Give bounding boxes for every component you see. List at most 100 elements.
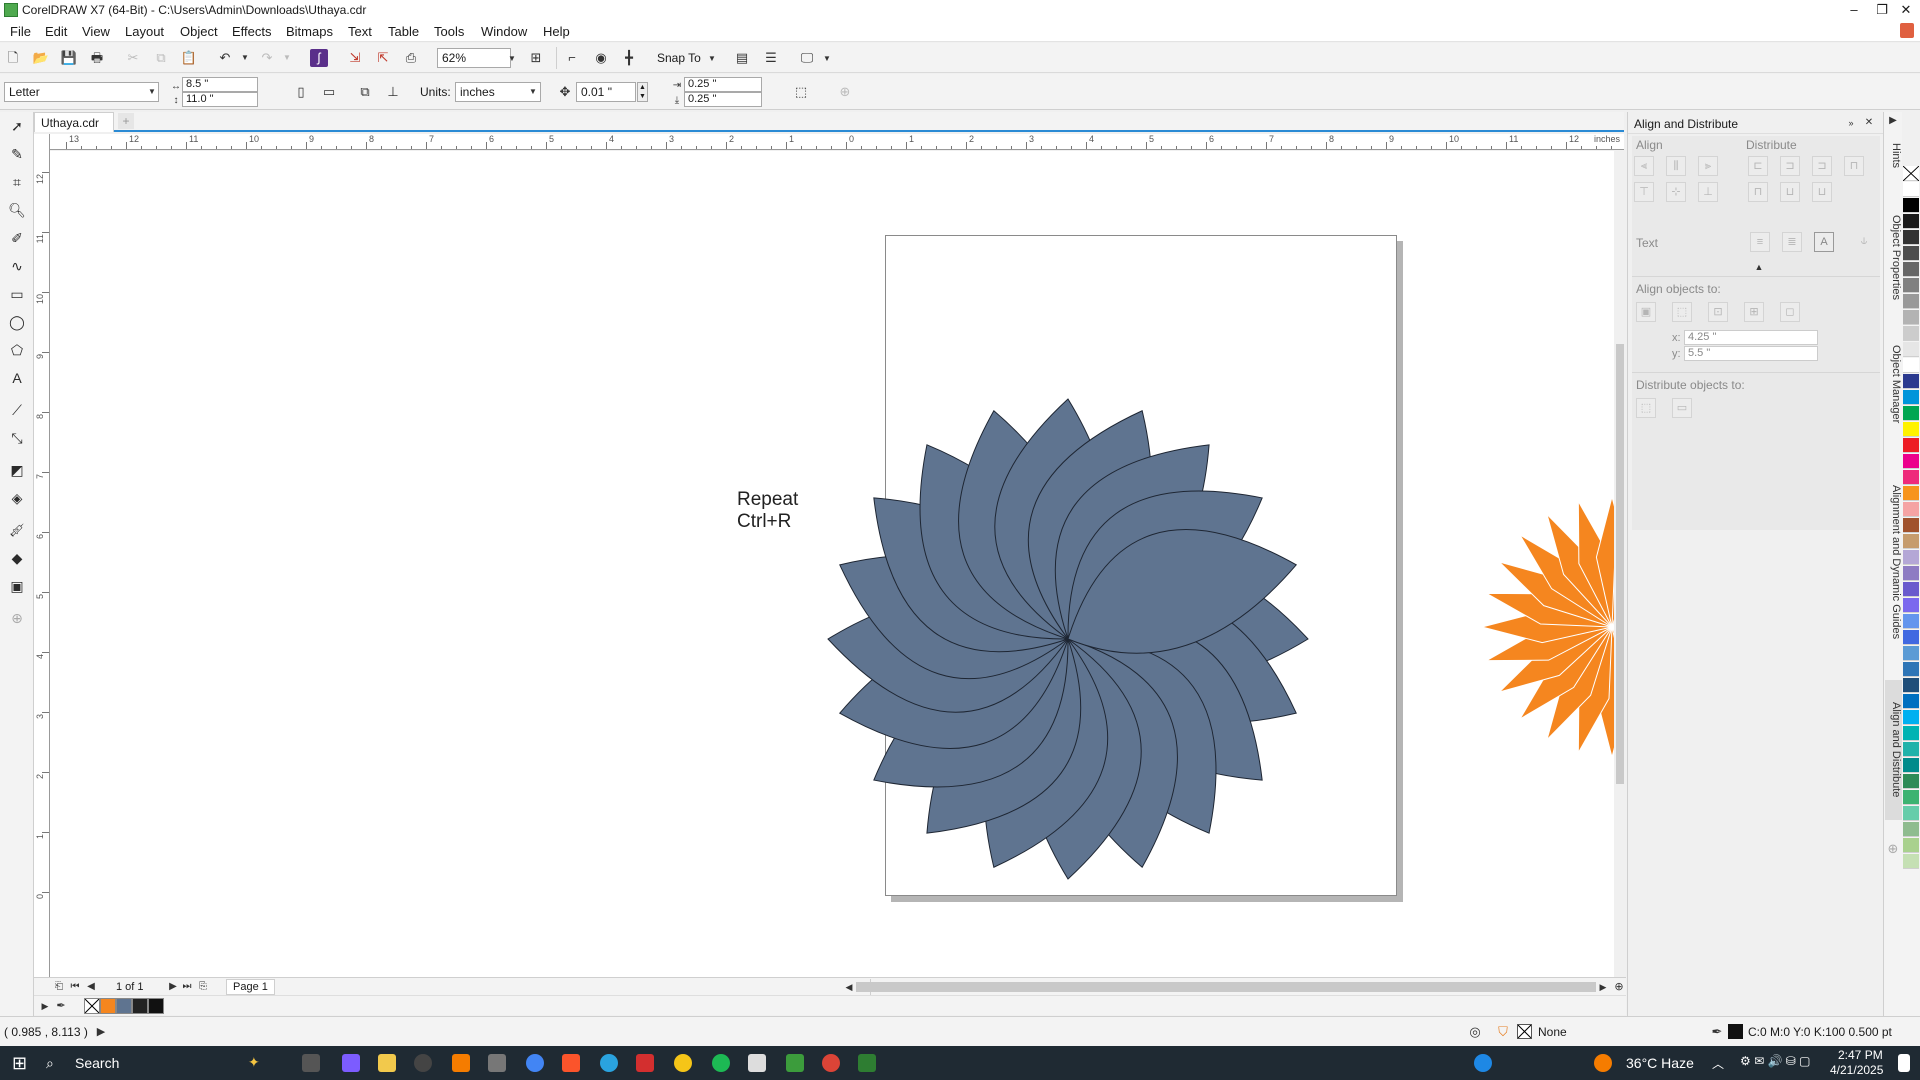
palette-swatch[interactable] bbox=[1903, 822, 1919, 837]
palette-swatch[interactable] bbox=[1903, 550, 1919, 565]
quick-customize-icon[interactable]: ⊕ bbox=[836, 83, 854, 101]
align-to-point-icon[interactable]: ◻ bbox=[1780, 302, 1800, 322]
welcome-screen-icon[interactable]: 🖵 bbox=[798, 49, 816, 67]
palette-swatch[interactable] bbox=[1903, 758, 1919, 773]
notification-icon[interactable] bbox=[1898, 1054, 1910, 1072]
page-tab[interactable]: Page 1 bbox=[226, 979, 275, 995]
zoom-to-page-icon[interactable]: ⊞ bbox=[527, 49, 545, 67]
palette-swatch[interactable] bbox=[1903, 726, 1919, 741]
page-height-field[interactable]: 11.0 " bbox=[182, 92, 258, 107]
document-tab[interactable]: Uthaya.cdr bbox=[34, 112, 114, 132]
align-center-v-icon[interactable]: ⊹ bbox=[1666, 182, 1686, 202]
file-explorer-icon[interactable] bbox=[378, 1054, 396, 1072]
artwork[interactable] bbox=[50, 151, 1614, 977]
show-rulers-icon[interactable]: ⌐ bbox=[563, 49, 581, 67]
orange-flower[interactable] bbox=[1480, 495, 1614, 759]
coreldraw-taskbar-icon[interactable] bbox=[858, 1054, 876, 1072]
align-center-h-icon[interactable]: ⫼ bbox=[1666, 156, 1686, 176]
undo-dropdown-icon[interactable]: ▼ bbox=[236, 49, 254, 67]
palette-swatch[interactable] bbox=[1903, 262, 1919, 277]
distribute-to-selection-icon[interactable]: ⬚ bbox=[1636, 398, 1656, 418]
text-tool-icon[interactable]: A bbox=[7, 368, 27, 388]
text-align-first-line-icon[interactable]: ≡ bbox=[1750, 232, 1770, 252]
paste-icon[interactable]: 📋 bbox=[180, 49, 198, 67]
align-to-page-edge-icon[interactable]: ⬚ bbox=[1672, 302, 1692, 322]
parallel-dimension-icon[interactable]: ⟋ bbox=[7, 400, 27, 420]
telegram-icon[interactable] bbox=[600, 1054, 618, 1072]
corel-connect-icon[interactable] bbox=[786, 1054, 804, 1072]
rectangle-tool-icon[interactable]: ▭ bbox=[7, 284, 27, 304]
calculator-icon[interactable] bbox=[488, 1054, 506, 1072]
palette-swatch[interactable] bbox=[1903, 502, 1919, 517]
print-icon[interactable]: 🖶 bbox=[88, 49, 106, 67]
distribute-left-icon[interactable]: ⊏ bbox=[1748, 156, 1768, 176]
palette-swatch[interactable] bbox=[1903, 582, 1919, 597]
zoom-tool-icon[interactable]: 🔍︎ bbox=[7, 200, 27, 220]
menu-view[interactable]: View bbox=[82, 24, 110, 39]
view-mode-icon[interactable]: ◉ bbox=[592, 49, 610, 67]
clock-date[interactable]: 4/21/2025 bbox=[1830, 1063, 1883, 1077]
help-icon[interactable] bbox=[1474, 1054, 1492, 1072]
landscape-icon[interactable]: ▭ bbox=[320, 83, 338, 101]
menu-edit[interactable]: Edit bbox=[45, 24, 67, 39]
spotify-icon[interactable] bbox=[712, 1054, 730, 1072]
snap-to-button[interactable]: Snap To bbox=[657, 51, 701, 65]
tray-icons[interactable]: ⚙ ✉ 🔊 ⛁ ▢ bbox=[1740, 1054, 1810, 1068]
palette-swatch[interactable] bbox=[1903, 246, 1919, 261]
vertical-ruler[interactable]: 12 11 10 9 8 7 6 5 4 3 2 1 0 bbox=[34, 134, 50, 984]
new-tab-button[interactable]: + bbox=[118, 113, 134, 129]
palette-swatch[interactable] bbox=[1903, 342, 1919, 357]
palette-swatch[interactable] bbox=[1903, 486, 1919, 501]
copilot-icon[interactable] bbox=[342, 1054, 360, 1072]
tab-alignment-dynamic-guides[interactable]: Alignment and Dynamic Guides bbox=[1885, 472, 1902, 652]
palette-swatch[interactable] bbox=[1903, 230, 1919, 245]
new-document-icon[interactable]: 🗋 bbox=[4, 49, 22, 67]
palette-swatch[interactable] bbox=[1903, 694, 1919, 709]
docker-tab-scroll-icon[interactable]: ▶ bbox=[1884, 112, 1902, 130]
search-icon[interactable]: ⌕ bbox=[46, 1055, 54, 1072]
menu-window[interactable]: Window bbox=[481, 24, 527, 39]
paper-size-select[interactable]: Letter bbox=[4, 82, 159, 102]
tab-align-distribute[interactable]: Align and Distribute bbox=[1885, 680, 1902, 820]
application-launcher-icon[interactable]: ☰ bbox=[762, 49, 780, 67]
palette-swatch[interactable] bbox=[1903, 390, 1919, 405]
search-content-icon[interactable]: ʃ bbox=[310, 49, 328, 67]
palette-swatch[interactable] bbox=[1903, 662, 1919, 677]
palette-swatch[interactable] bbox=[1903, 406, 1919, 421]
show-grid-icon[interactable]: ╋ bbox=[620, 49, 638, 67]
align-to-grid-icon[interactable]: ⊞ bbox=[1744, 302, 1764, 322]
acrobat-icon[interactable] bbox=[636, 1054, 654, 1072]
vertical-scroll-thumb[interactable] bbox=[1616, 344, 1624, 784]
align-to-active-object-icon[interactable]: ▣ bbox=[1636, 302, 1656, 322]
palette-swatch[interactable] bbox=[1903, 518, 1919, 533]
palette-swatch[interactable] bbox=[1903, 710, 1919, 725]
previous-page-icon[interactable]: ◀ bbox=[82, 978, 100, 996]
align-to-page-center-icon[interactable]: ⊡ bbox=[1708, 302, 1728, 322]
align-bottom-icon[interactable]: ⊥ bbox=[1698, 182, 1718, 202]
nudge-distance-field[interactable]: 0.01 " bbox=[576, 82, 636, 102]
palette-swatch[interactable] bbox=[1903, 630, 1919, 645]
zoom-level-field[interactable]: 62% bbox=[437, 48, 511, 68]
dark-swatch[interactable] bbox=[132, 998, 148, 1014]
palette-swatch[interactable] bbox=[1903, 198, 1919, 213]
orange-swatch[interactable] bbox=[100, 998, 116, 1014]
export-icon[interactable]: ⇱ bbox=[374, 49, 392, 67]
zoom-dropdown-icon[interactable]: ▼ bbox=[503, 50, 521, 68]
drop-shadow-icon[interactable]: ◩ bbox=[7, 460, 27, 480]
start-icon[interactable]: ⊞ bbox=[12, 1053, 27, 1074]
menu-tools[interactable]: Tools bbox=[434, 24, 464, 39]
duplicate-distance-y-field[interactable]: 0.25 " bbox=[684, 92, 762, 107]
palette-swatch[interactable] bbox=[1903, 422, 1919, 437]
horizontal-ruler[interactable]: inches 13 12 11 10 9 8 7 6 5 4 3 2 1 0 1 2 3 4 5 6 7 8 9 10 11 12 bbox=[50, 134, 1624, 150]
color-proof-icon[interactable]: ◎ bbox=[1466, 1023, 1484, 1041]
no-color-swatch[interactable] bbox=[84, 998, 100, 1014]
repeat-text[interactable]: Repeat Ctrl+R bbox=[737, 489, 798, 533]
tab-hints[interactable]: Hints bbox=[1885, 136, 1902, 176]
notepad-icon[interactable] bbox=[748, 1054, 766, 1072]
palette-swatch[interactable] bbox=[1903, 566, 1919, 581]
menu-bitmaps[interactable]: Bitmaps bbox=[286, 24, 333, 39]
crop-tool-icon[interactable]: ⌗ bbox=[7, 172, 27, 192]
palette-swatch[interactable] bbox=[1903, 854, 1919, 869]
text-align-last-line-icon[interactable]: ≣ bbox=[1782, 232, 1802, 252]
add-tool-icon[interactable]: ⊕ bbox=[7, 608, 27, 628]
